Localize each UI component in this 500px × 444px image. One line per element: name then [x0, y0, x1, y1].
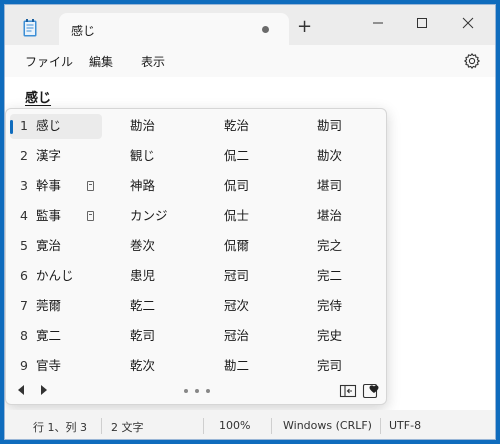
candidate-number: 6 — [20, 268, 28, 283]
candidate-item[interactable]: 勘司 — [317, 113, 342, 139]
candidate-item[interactable]: 乾治 — [224, 113, 249, 139]
candidate-item[interactable]: 侃爾 — [224, 233, 249, 259]
candidate-row: 6 かんじ 患児 冠司 完二 — [6, 263, 386, 293]
candidate-item[interactable]: 完之 — [317, 233, 342, 259]
close-icon[interactable] — [453, 13, 483, 33]
memo-icon[interactable] — [87, 181, 94, 191]
candidate-item[interactable]: 完史 — [317, 323, 342, 349]
candidate-item[interactable]: 幹事 — [36, 173, 61, 199]
maximize-icon[interactable] — [407, 13, 437, 33]
minimize-icon[interactable] — [363, 13, 393, 33]
favorite-icon[interactable] — [362, 382, 380, 400]
menu-bar: ファイル 編集 表示 — [5, 45, 495, 77]
candidate-item[interactable]: 冠次 — [224, 293, 249, 319]
title-bar: 感じ + — [5, 5, 495, 45]
candidate-item[interactable]: 乾二 — [130, 293, 155, 319]
candidate-item[interactable]: かんじ — [36, 263, 74, 289]
status-divider — [271, 418, 272, 434]
selection-indicator — [10, 120, 13, 134]
candidate-item[interactable]: 漢字 — [36, 143, 61, 169]
ime-candidate-list: 1 感じ 勘治 乾治 勘司 2 漢字 観じ 侃二 勘次 3 幹事 神路 侃司 堪司 4 監事 カンジ 侃士 堪治 5 寛治… — [6, 113, 386, 383]
page-dot — [206, 389, 210, 393]
ime-candidate-window: 1 感じ 勘治 乾治 勘司 2 漢字 観じ 侃二 勘次 3 幹事 神路 侃司 堪司 4 監事 カンジ 侃士 堪治 5 寛治… — [5, 108, 387, 405]
encoding[interactable]: UTF-8 — [389, 419, 421, 432]
tab-title: 感じ — [71, 24, 96, 38]
candidate-number: 1 — [20, 118, 28, 133]
candidate-row: 1 感じ 勘治 乾治 勘司 — [6, 113, 386, 143]
candidate-item[interactable]: 乾次 — [130, 353, 155, 379]
prev-arrow-icon[interactable] — [18, 385, 24, 395]
page-dot — [184, 389, 188, 393]
candidate-item[interactable]: 観じ — [130, 143, 155, 169]
page-dot — [195, 389, 199, 393]
candidate-row: 2 漢字 観じ 侃二 勘次 — [6, 143, 386, 173]
candidate-row: 3 幹事 神路 侃司 堪司 — [6, 173, 386, 203]
memo-icon[interactable] — [87, 211, 94, 221]
candidate-item[interactable]: 堪治 — [317, 203, 342, 229]
notepad-icon — [23, 19, 37, 37]
candidate-item[interactable]: 冠司 — [224, 263, 249, 289]
candidate-number: 9 — [20, 358, 28, 373]
candidate-item[interactable]: 官寺 — [36, 353, 61, 379]
menu-file[interactable]: ファイル — [25, 53, 73, 70]
composition-text: 感じ — [25, 91, 52, 106]
candidate-item[interactable]: 侃司 — [224, 173, 249, 199]
candidate-item[interactable]: 感じ — [36, 113, 61, 139]
unsaved-dot-icon[interactable] — [262, 26, 269, 33]
candidate-row: 4 監事 カンジ 侃士 堪治 — [6, 203, 386, 233]
candidate-number: 5 — [20, 238, 28, 253]
ime-footer — [6, 378, 386, 404]
candidate-number: 7 — [20, 298, 28, 313]
candidate-number: 2 — [20, 148, 28, 163]
candidate-item[interactable]: 侃士 — [224, 203, 249, 229]
candidate-number: 8 — [20, 328, 28, 343]
candidate-item[interactable]: 勘治 — [130, 113, 155, 139]
status-bar: 行 1、列 3 2 文字 100% Windows (CRLF) UTF-8 — [5, 410, 495, 439]
settings-gear-icon[interactable] — [463, 52, 481, 70]
candidate-item[interactable]: 乾司 — [130, 323, 155, 349]
candidate-number: 4 — [20, 208, 28, 223]
candidate-item[interactable]: 寛治 — [36, 233, 61, 259]
candidate-item[interactable]: 莞爾 — [36, 293, 61, 319]
document-tab[interactable]: 感じ — [59, 13, 289, 45]
menu-view[interactable]: 表示 — [141, 53, 165, 70]
status-divider — [101, 418, 102, 434]
line-ending[interactable]: Windows (CRLF) — [283, 419, 372, 432]
cursor-position: 行 1、列 3 — [33, 421, 87, 434]
table-view-icon[interactable] — [339, 382, 357, 400]
candidate-row: 8 寛二 乾司 冠治 完史 — [6, 323, 386, 353]
candidate-item[interactable]: カンジ — [130, 203, 168, 229]
candidate-item[interactable]: 完司 — [317, 353, 342, 379]
candidate-item[interactable]: 寛二 — [36, 323, 61, 349]
candidate-item[interactable]: 勘二 — [224, 353, 249, 379]
notepad-window: 感じ + ファイル 編集 表示 感じ 1 感じ 勘治 乾治 勘司 2 漢字 観じ 侃二 勘次 3 幹事… — [4, 4, 496, 440]
candidate-item[interactable]: 神路 — [130, 173, 155, 199]
menu-edit[interactable]: 編集 — [89, 53, 113, 70]
candidate-number: 3 — [20, 178, 28, 193]
status-divider — [203, 418, 204, 434]
candidate-item[interactable]: 監事 — [36, 203, 61, 229]
candidate-item[interactable]: 完二 — [317, 263, 342, 289]
candidate-item[interactable]: 巻次 — [130, 233, 155, 259]
candidate-row: 7 莞爾 乾二 冠次 完侍 — [6, 293, 386, 323]
candidate-item[interactable]: 冠治 — [224, 323, 249, 349]
candidate-item[interactable]: 完侍 — [317, 293, 342, 319]
candidate-item[interactable]: 堪司 — [317, 173, 342, 199]
candidate-item[interactable]: 勘次 — [317, 143, 342, 169]
new-tab-button[interactable]: + — [297, 18, 312, 36]
character-count: 2 文字 — [111, 421, 144, 434]
candidate-item[interactable]: 患児 — [130, 263, 155, 289]
zoom-level[interactable]: 100% — [219, 419, 250, 432]
candidate-item[interactable]: 侃二 — [224, 143, 249, 169]
candidate-row: 5 寛治 巻次 侃爾 完之 — [6, 233, 386, 263]
next-arrow-icon[interactable] — [41, 385, 47, 395]
status-divider — [380, 418, 381, 434]
